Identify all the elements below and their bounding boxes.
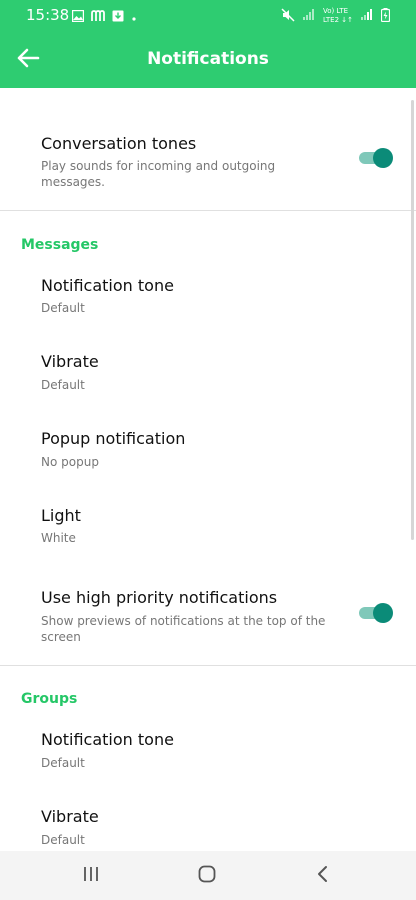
groups-notification-tone-value: Default: [41, 756, 85, 770]
high-priority-notifications-toggle[interactable]: [359, 603, 393, 623]
mute-icon: [281, 7, 295, 25]
dot-icon: [131, 7, 137, 26]
status-time: 15:38: [26, 6, 70, 24]
toggle-knob: [373, 148, 393, 168]
messages-popup-notification-value: No popup: [41, 455, 99, 469]
groups-notification-tone-row[interactable]: [0, 718, 416, 788]
groups-vibrate-title: Vibrate: [41, 807, 99, 826]
signal-icon: [302, 9, 315, 23]
volte-lte-icon: Vo) LTE LTE2 ↓↑: [322, 7, 353, 24]
m-icon: [91, 7, 105, 26]
messages-vibrate-value: Default: [41, 378, 85, 392]
messages-section-header: Messages: [21, 237, 99, 253]
recents-button[interactable]: [76, 863, 106, 889]
chevron-left-icon: [316, 865, 330, 887]
messages-notification-tone-value: Default: [41, 301, 85, 315]
groups-vibrate-value: Default: [41, 833, 85, 847]
messages-notification-tone-row[interactable]: [0, 263, 416, 333]
messages-vibrate-row[interactable]: [0, 340, 416, 410]
signal-icon: [361, 9, 373, 23]
nav-back-button[interactable]: [308, 863, 338, 889]
app-bar: Notifications: [0, 32, 416, 88]
conversation-tones-subtitle-line1: Play sounds for incoming and outgoing: [41, 159, 276, 173]
home-icon: [198, 865, 216, 887]
conversation-tones-toggle[interactable]: [359, 148, 393, 168]
conversation-tones-subtitle-line2: messages.: [41, 175, 105, 189]
toggle-knob: [373, 603, 393, 623]
home-button[interactable]: [192, 863, 222, 889]
messages-light-row[interactable]: [0, 493, 416, 563]
status-bar: 15:38 Vo) LTE LTE2 ↓↑: [0, 0, 416, 32]
high-priority-notifications-title: Use high priority notifications: [41, 588, 278, 607]
groups-section-header: Groups: [21, 691, 78, 707]
divider: [0, 210, 416, 211]
page-title: Notifications: [147, 49, 269, 69]
download-icon: [112, 7, 124, 26]
conversation-tones-title: Conversation tones: [41, 134, 197, 153]
messages-notification-tone-title: Notification tone: [41, 276, 174, 295]
battery-charging-icon: [380, 7, 391, 25]
messages-light-value: White: [41, 531, 76, 545]
arrow-left-icon: [16, 48, 40, 72]
high-priority-notifications-subtitle-line2: screen: [41, 630, 81, 644]
messages-light-title: Light: [41, 506, 81, 525]
gallery-icon: [71, 7, 85, 26]
settings-list: Conversation tones Play sounds for incom…: [0, 88, 416, 851]
back-button[interactable]: [12, 44, 44, 76]
divider: [0, 665, 416, 666]
messages-popup-notification-row[interactable]: [0, 417, 416, 487]
high-priority-notifications-subtitle-line1: Show previews of notifications at the to…: [41, 614, 326, 628]
status-left-icons: [71, 7, 137, 26]
groups-notification-tone-title: Notification tone: [41, 730, 174, 749]
messages-vibrate-title: Vibrate: [41, 352, 99, 371]
recents-icon: [82, 866, 100, 886]
messages-popup-notification-title: Popup notification: [41, 429, 186, 448]
status-right-icons: Vo) LTE LTE2 ↓↑: [281, 7, 391, 25]
scrollbar[interactable]: [411, 100, 414, 540]
navigation-bar: [0, 851, 416, 900]
